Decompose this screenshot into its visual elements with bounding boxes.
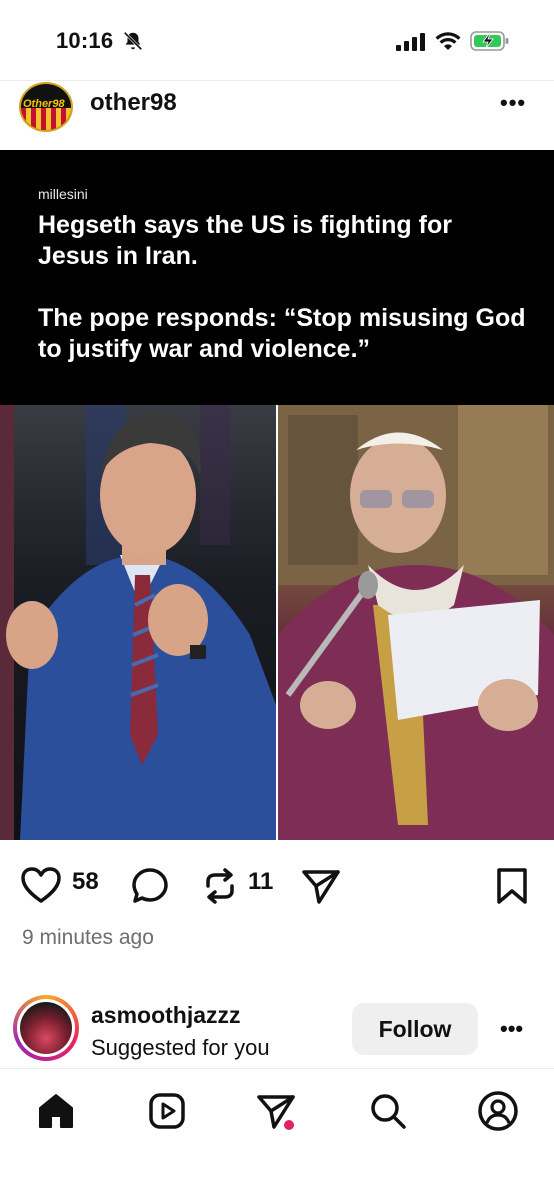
suggested-username[interactable]: asmoothjazzz (91, 1002, 241, 1029)
image-caption-box: millesini Hegseth says the US is fightin… (0, 150, 554, 405)
post-timestamp: 9 minutes ago (22, 926, 154, 949)
repost-count: 11 (248, 868, 274, 895)
post-header: Other98 other98 ••• (0, 80, 554, 150)
suggested-subtitle: Suggested for you (91, 1035, 270, 1060)
post-actions: 58 11 (0, 858, 554, 910)
suggested-more-options-icon[interactable]: ••• (500, 1016, 523, 1042)
status-bar: 10:16 (0, 0, 554, 80)
follow-button[interactable]: Follow (352, 1003, 478, 1055)
share-icon[interactable] (300, 866, 342, 911)
profile-icon[interactable] (476, 1089, 520, 1133)
avatar[interactable]: Other98 (19, 82, 73, 132)
photo-pope (278, 405, 554, 840)
photo-hegseth (0, 405, 276, 840)
like-icon[interactable] (20, 866, 62, 909)
status-time: 10:16 (56, 28, 114, 53)
cellular-signal-icon (396, 33, 426, 56)
suggested-account: asmoothjazzz Suggested for you Follow ••… (0, 990, 554, 1070)
image-headline: Hegseth says the US is fighting for Jesu… (38, 211, 526, 363)
repost-icon[interactable] (200, 866, 240, 911)
search-icon[interactable] (366, 1089, 410, 1133)
post-more-options-icon[interactable]: ••• (500, 90, 526, 116)
post-image[interactable]: millesini Hegseth says the US is fightin… (0, 150, 554, 840)
bell-off-icon (122, 30, 144, 57)
suggested-avatar[interactable] (13, 995, 79, 1061)
bottom-nav (0, 1068, 554, 1199)
wifi-icon (435, 31, 461, 56)
suggested-avatar-inner (17, 999, 75, 1057)
direct-messages-icon[interactable] (254, 1089, 298, 1133)
like-count: 58 (72, 868, 99, 895)
image-source-handle: millesini (38, 186, 88, 202)
suggested-avatar-picture (20, 1002, 72, 1054)
avatar-stripes (21, 108, 71, 130)
avatar-logo-text: Other98 (23, 98, 65, 110)
reels-icon[interactable] (145, 1089, 189, 1133)
bookmark-icon[interactable] (494, 866, 530, 911)
home-icon[interactable] (34, 1089, 78, 1133)
post-username[interactable]: other98 (90, 89, 177, 117)
battery-charging-icon (470, 30, 510, 57)
comment-icon[interactable] (130, 866, 170, 911)
